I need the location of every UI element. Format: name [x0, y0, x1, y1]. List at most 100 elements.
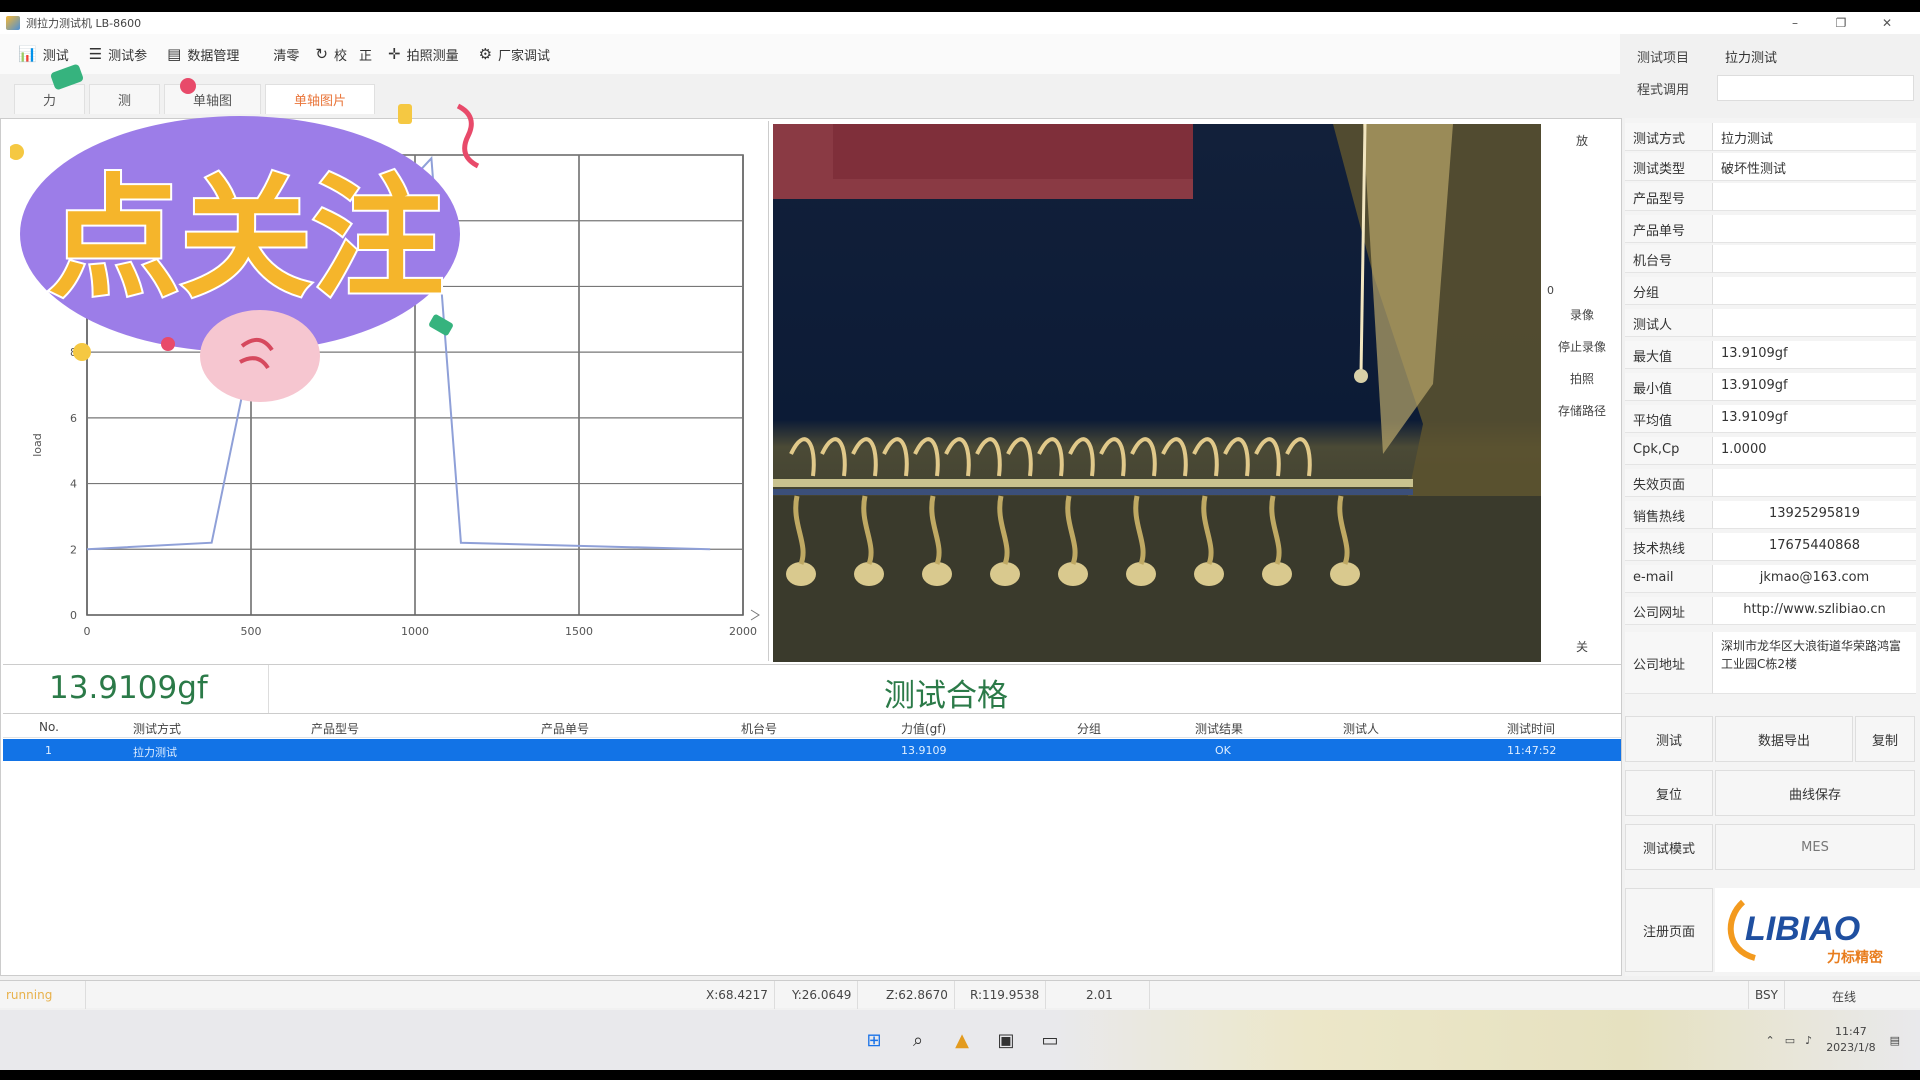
toolbar-zero-button[interactable]: 清零: [263, 39, 309, 69]
tab-force[interactable]: 力: [14, 84, 86, 114]
zero-label: 0: [1547, 283, 1554, 297]
field-row: e-mail jkmao@163.com: [1625, 564, 1920, 594]
address-label: 公司地址: [1625, 632, 1713, 694]
tab-test[interactable]: 测: [89, 84, 161, 114]
tab-bar: 力 测 单轴图 单轴图片: [0, 78, 760, 114]
wrench-icon: ⚙: [478, 45, 493, 63]
column-header: 机台号: [741, 722, 778, 736]
camera-view: [773, 124, 1541, 662]
toolbar-data-management-button[interactable]: ▤ 数据管理: [157, 39, 249, 69]
button-row-3: 测试模式 MES: [1625, 824, 1920, 872]
tab-single-axis[interactable]: 单轴图: [164, 84, 262, 114]
field-label: 产品单号: [1625, 215, 1713, 243]
field-value: 13.9109gf: [1713, 341, 1916, 369]
volume-icon[interactable]: ♪: [1805, 1034, 1812, 1047]
curve-save-button[interactable]: 曲线保存: [1715, 770, 1915, 816]
field-row: 销售热线 13925295819: [1625, 500, 1920, 530]
test-item-label: 测试项目: [1637, 50, 1690, 66]
field-value: 13.9109gf: [1713, 405, 1916, 433]
program-select[interactable]: [1717, 75, 1914, 101]
copy-button[interactable]: 复制: [1855, 716, 1915, 762]
x-tick-label: 500: [241, 625, 262, 638]
field-row: 公司网址 http://www.szlibiao.cn: [1625, 596, 1920, 626]
program-label: 程式调用: [1637, 82, 1690, 98]
x-axis-arrow-icon: [750, 609, 760, 621]
store-icon[interactable]: ▣: [990, 1024, 1022, 1056]
table-header: No. 测试方式 产品型号 产品单号 机台号 力值(gf) 分组 测试结果 测试…: [3, 716, 1621, 738]
force-reading: 13.9109gf: [3, 665, 269, 713]
zoom-in-button[interactable]: 放: [1547, 127, 1617, 153]
status-bsy: BSY: [1748, 981, 1785, 1009]
y-tick-label: 2: [70, 543, 77, 556]
app-taskbar-icon[interactable]: ▲: [946, 1024, 978, 1056]
clock[interactable]: 11:47 2023/1/8: [1826, 1024, 1875, 1056]
reset-button[interactable]: 复位: [1625, 770, 1713, 816]
status-z: Z:62.8670: [880, 981, 955, 1009]
solder-pad: [1262, 562, 1292, 586]
header-fields: 测试项目 拉力测试 程式调用: [1625, 40, 1920, 104]
field-value: http://www.szlibiao.cn: [1713, 597, 1916, 625]
field-row: 测试方式 拉力测试: [1625, 122, 1920, 152]
tray-chevron-icon[interactable]: ⌃: [1766, 1034, 1775, 1047]
logo-subtext: 力标精密: [1827, 949, 1883, 966]
field-value: jkmao@163.com: [1713, 565, 1916, 593]
y-tick-label: 0: [70, 609, 77, 622]
right-panel: 测试方式 拉力测试 测试类型 破坏性测试 产品型号 产品单号 机台号 分组 测试人 最大值 13.9…: [1625, 118, 1920, 976]
test-mode-label: 测试模式: [1625, 824, 1713, 870]
table-cell: 拉力测试: [133, 746, 177, 759]
toolbar-correct-button[interactable]: 正: [353, 39, 378, 69]
table-cell: 13.9109: [901, 744, 947, 757]
column-header: No.: [39, 720, 59, 734]
toolbar-test-button[interactable]: 📊 测试: [8, 39, 79, 69]
field-row: 最大值 13.9109gf: [1625, 340, 1920, 370]
field-label: 失效页面: [1625, 469, 1713, 497]
zoom-out-button[interactable]: 关: [1547, 633, 1617, 659]
status-y: Y:26.0649: [786, 981, 859, 1009]
field-value[interactable]: [1713, 277, 1916, 305]
clock-time: 11:47: [1835, 1025, 1867, 1038]
field-value[interactable]: [1713, 183, 1916, 211]
network-icon[interactable]: ▭: [1785, 1034, 1795, 1047]
toolbar-test-params-button[interactable]: ☰ 测试参: [79, 39, 157, 69]
field-value: 17675440868: [1713, 533, 1916, 561]
capture-button[interactable]: 拍照: [1547, 365, 1617, 391]
stop-record-button[interactable]: 停止录像: [1547, 333, 1617, 359]
field-value[interactable]: [1713, 309, 1916, 337]
toolbar-factory-debug-button[interactable]: ⚙ 厂家调试: [469, 39, 560, 69]
solder-pad: [786, 562, 816, 586]
search-icon[interactable]: ⌕: [902, 1024, 934, 1056]
table-row[interactable]: 1 拉力测试 13.9109 OK 11:47:52: [3, 739, 1621, 761]
window-icon[interactable]: ▭: [1034, 1024, 1066, 1056]
test-button[interactable]: 测试: [1625, 716, 1713, 762]
chart-icon: 📊: [18, 45, 37, 63]
solder-pad: [990, 562, 1020, 586]
maximize-button[interactable]: ❐: [1818, 12, 1864, 34]
minimize-button[interactable]: –: [1772, 12, 1818, 34]
save-path-button[interactable]: 存储路径: [1547, 397, 1617, 423]
field-row: 测试类型 破坏性测试: [1625, 152, 1920, 182]
button-row-2: 复位 曲线保存: [1625, 770, 1920, 818]
export-button[interactable]: 数据导出: [1715, 716, 1853, 762]
mes-button[interactable]: MES: [1715, 824, 1915, 870]
x-tick-label: 1000: [401, 625, 429, 638]
force-chart-panel: 0 500 1000 1500 2000 0 2 4 6 8 load: [3, 121, 769, 661]
x-tick-label: 2000: [729, 625, 757, 638]
toolbar-label: 拍照测量: [406, 48, 459, 64]
record-button[interactable]: 录像: [1547, 301, 1617, 327]
column-header: 分组: [1077, 722, 1102, 736]
field-label: 测试人: [1625, 309, 1713, 337]
field-value[interactable]: [1713, 215, 1916, 243]
field-label: 分组: [1625, 277, 1713, 305]
title-bar: 测拉力测试机 LB-8600 – ❐ ✕: [0, 12, 1920, 34]
column-header: 力值(gf): [901, 722, 947, 736]
start-icon[interactable]: ⊞: [858, 1024, 890, 1056]
y-axis-label: load: [31, 433, 44, 457]
toolbar-calibrate-button[interactable]: ↻ 校: [309, 39, 353, 69]
toolbar-photo-measure-button[interactable]: ✛ 拍照测量: [378, 39, 469, 69]
register-button[interactable]: 注册页面: [1625, 888, 1713, 972]
tab-single-axis-image[interactable]: 单轴图片: [265, 84, 376, 114]
y-tick-label: 6: [70, 412, 77, 425]
close-button[interactable]: ✕: [1864, 12, 1910, 34]
notification-icon[interactable]: ▤: [1890, 1034, 1900, 1047]
field-value[interactable]: [1713, 245, 1916, 273]
